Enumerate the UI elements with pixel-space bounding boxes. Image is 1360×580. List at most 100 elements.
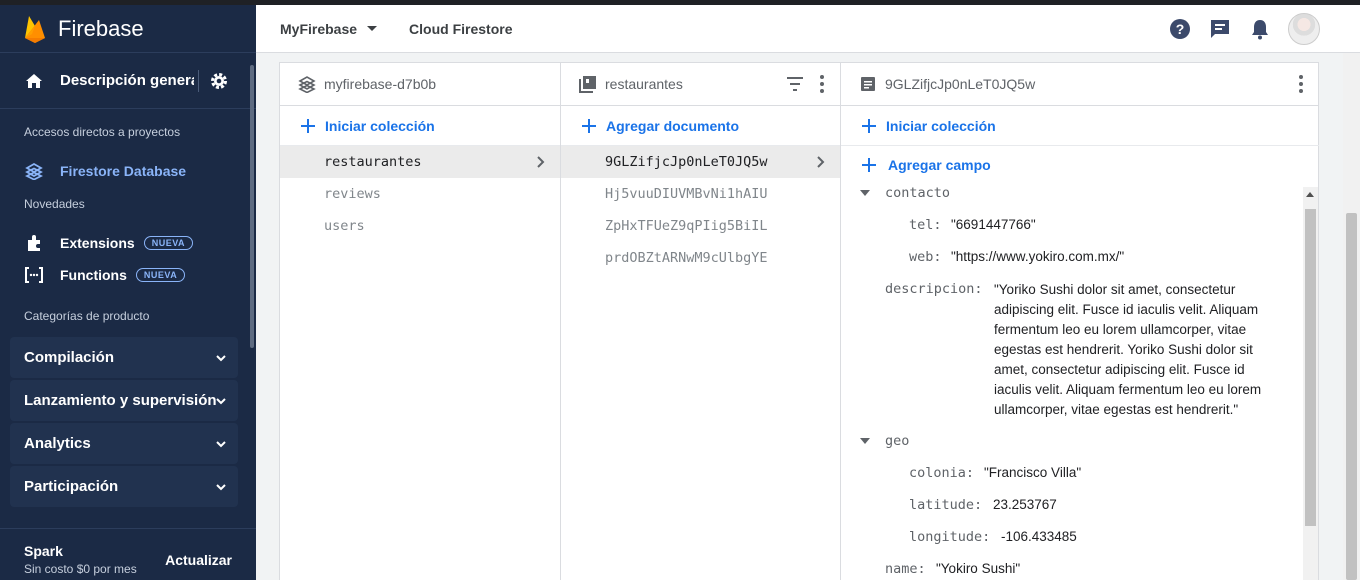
root-column: myfirebase-d7b0b Iniciar colección resta…	[280, 63, 561, 580]
project-name: MyFirebase	[280, 20, 358, 37]
document-id: prdOBZtARNwM9cUlbgYE	[605, 250, 768, 266]
document-title: 9GLZifjcJp0nLeT0JQ5w	[885, 76, 1036, 92]
expand-arrow-icon[interactable]	[860, 190, 870, 196]
collection-title: restaurantes	[605, 76, 683, 92]
fields-area: Agregar campo contacto tel: "6691447766"…	[841, 146, 1319, 577]
feedback-icon[interactable]	[1208, 17, 1232, 41]
add-field-label: Agregar campo	[888, 157, 991, 173]
collection-column: restaurantes Agregar documento 9GLZifjcJ…	[561, 63, 841, 580]
page-scrollbar[interactable]	[1343, 53, 1360, 580]
filter-icon[interactable]	[786, 76, 804, 92]
field-value[interactable]: "Yoriko Sushi dolor sit amet, consectetu…	[994, 280, 1284, 420]
sidebar-item-label: Firestore Database	[60, 163, 187, 179]
list-item[interactable]: 9GLZifjcJp0nLeT0JQ5w	[561, 146, 840, 178]
start-collection-button[interactable]: Iniciar colección	[280, 106, 560, 146]
home-icon	[26, 73, 42, 88]
database-icon	[298, 76, 316, 93]
field-value[interactable]: -106.433485	[1001, 529, 1077, 544]
more-vert-icon[interactable]	[1299, 75, 1303, 93]
upgrade-button[interactable]: Actualizar	[165, 552, 232, 568]
list-item[interactable]: users	[280, 210, 560, 242]
extensions-icon	[24, 233, 44, 253]
group-release-monitor[interactable]: Lanzamiento y supervisión	[10, 380, 238, 421]
notifications-icon[interactable]	[1248, 17, 1272, 41]
collection-column-header: restaurantes	[561, 63, 840, 106]
field-key[interactable]: descripcion:	[885, 281, 983, 297]
project-overview[interactable]: Descripción general del proyecto	[0, 53, 256, 109]
list-item[interactable]: prdOBZtARNwM9cUlbgYE	[561, 242, 840, 274]
group-analytics[interactable]: Analytics	[10, 423, 238, 464]
plus-icon	[862, 118, 876, 133]
sidebar-item-extensions[interactable]: Extensions NUEVA	[0, 227, 256, 259]
list-item[interactable]: ZpHxTFUeZ9qPIig5BiIL	[561, 210, 840, 242]
list-item[interactable]: restaurantes	[280, 146, 560, 178]
sidebar-item-label: Functions	[60, 267, 127, 283]
field-key[interactable]: tel:	[909, 217, 942, 233]
svg-text:?: ?	[1176, 21, 1185, 37]
field-key[interactable]: longitude:	[909, 529, 990, 545]
plus-icon	[582, 118, 596, 133]
document-icon	[861, 77, 875, 91]
group-label: Participación	[24, 478, 119, 495]
document-id: ZpHxTFUeZ9qPIig5BiIL	[605, 218, 768, 234]
project-selector[interactable]: MyFirebase	[280, 20, 378, 37]
collection-name: users	[324, 218, 365, 234]
add-document-label: Agregar documento	[606, 117, 740, 134]
caret-down-icon	[367, 26, 378, 31]
chevron-right-icon	[537, 156, 545, 168]
top-bar: MyFirebase Cloud Firestore ?	[256, 5, 1360, 53]
document-column: 9GLZifjcJp0nLeT0JQ5w Iniciar colección A…	[841, 63, 1319, 580]
field-value[interactable]: "6691447766"	[951, 217, 1036, 232]
breadcrumb: Cloud Firestore	[409, 20, 513, 37]
field-key[interactable]: latitude:	[909, 497, 982, 513]
brand[interactable]: Firebase	[0, 5, 256, 53]
chevron-down-icon	[216, 484, 226, 491]
group-build[interactable]: Compilación	[10, 337, 238, 378]
firestore-icon	[24, 161, 44, 181]
expand-arrow-icon[interactable]	[860, 438, 870, 444]
document-id: 9GLZifjcJp0nLeT0JQ5w	[605, 154, 768, 170]
field-value[interactable]: 23.253767	[993, 497, 1057, 512]
scrollbar-thumb[interactable]	[1346, 213, 1357, 580]
field-key[interactable]: colonia:	[909, 465, 974, 481]
group-label: Lanzamiento y supervisión	[24, 392, 217, 409]
add-document-button[interactable]: Agregar documento	[561, 106, 840, 146]
chevron-right-icon	[817, 156, 825, 168]
plus-icon	[301, 118, 315, 133]
start-subcollection-button[interactable]: Iniciar colección	[841, 106, 1319, 146]
scrollbar-thumb[interactable]	[1305, 209, 1316, 526]
collection-name: reviews	[324, 186, 381, 202]
start-collection-label: Iniciar colección	[325, 117, 435, 134]
plus-icon	[862, 158, 876, 172]
new-badge: NUEVA	[143, 236, 194, 250]
help-icon[interactable]: ?	[1168, 17, 1192, 41]
field-key[interactable]: web:	[909, 249, 942, 265]
avatar[interactable]	[1288, 13, 1320, 45]
add-field-button[interactable]: Agregar campo	[841, 146, 1319, 184]
field-value[interactable]: "Yokiro Sushi"	[936, 561, 1020, 576]
project-overview-label: Descripción general del proyecto	[60, 72, 194, 89]
brand-title: Firebase	[58, 15, 144, 41]
sidebar-scrollbar[interactable]	[250, 65, 254, 348]
list-item[interactable]: reviews	[280, 178, 560, 210]
collection-name: restaurantes	[324, 154, 422, 170]
field-value[interactable]: "https://www.yokiro.com.mx/"	[951, 249, 1124, 264]
sidebar: Firebase Descripción general del proyect…	[0, 5, 256, 580]
fields-scrollbar[interactable]	[1303, 187, 1318, 580]
sidebar-item-firestore[interactable]: Firestore Database	[0, 155, 256, 187]
gear-icon[interactable]	[209, 71, 229, 91]
scroll-up-arrow-icon[interactable]	[1306, 192, 1314, 197]
news-section-label: Novedades	[24, 197, 85, 211]
group-engage[interactable]: Participación	[10, 466, 238, 507]
more-vert-icon[interactable]	[820, 75, 824, 93]
firebase-flame-icon	[25, 15, 45, 43]
list-item[interactable]: Hj5vuuDIUVMBvNi1hAIU	[561, 178, 840, 210]
sidebar-item-functions[interactable]: Functions NUEVA	[0, 259, 256, 291]
categories-section-label: Categorías de producto	[24, 309, 150, 323]
field-key[interactable]: contacto	[885, 185, 950, 201]
field-value[interactable]: "Francisco Villa"	[984, 465, 1081, 480]
group-label: Analytics	[24, 435, 91, 452]
field-key[interactable]: geo	[885, 433, 909, 449]
field-key[interactable]: name:	[885, 561, 926, 577]
chevron-down-icon	[216, 355, 226, 362]
